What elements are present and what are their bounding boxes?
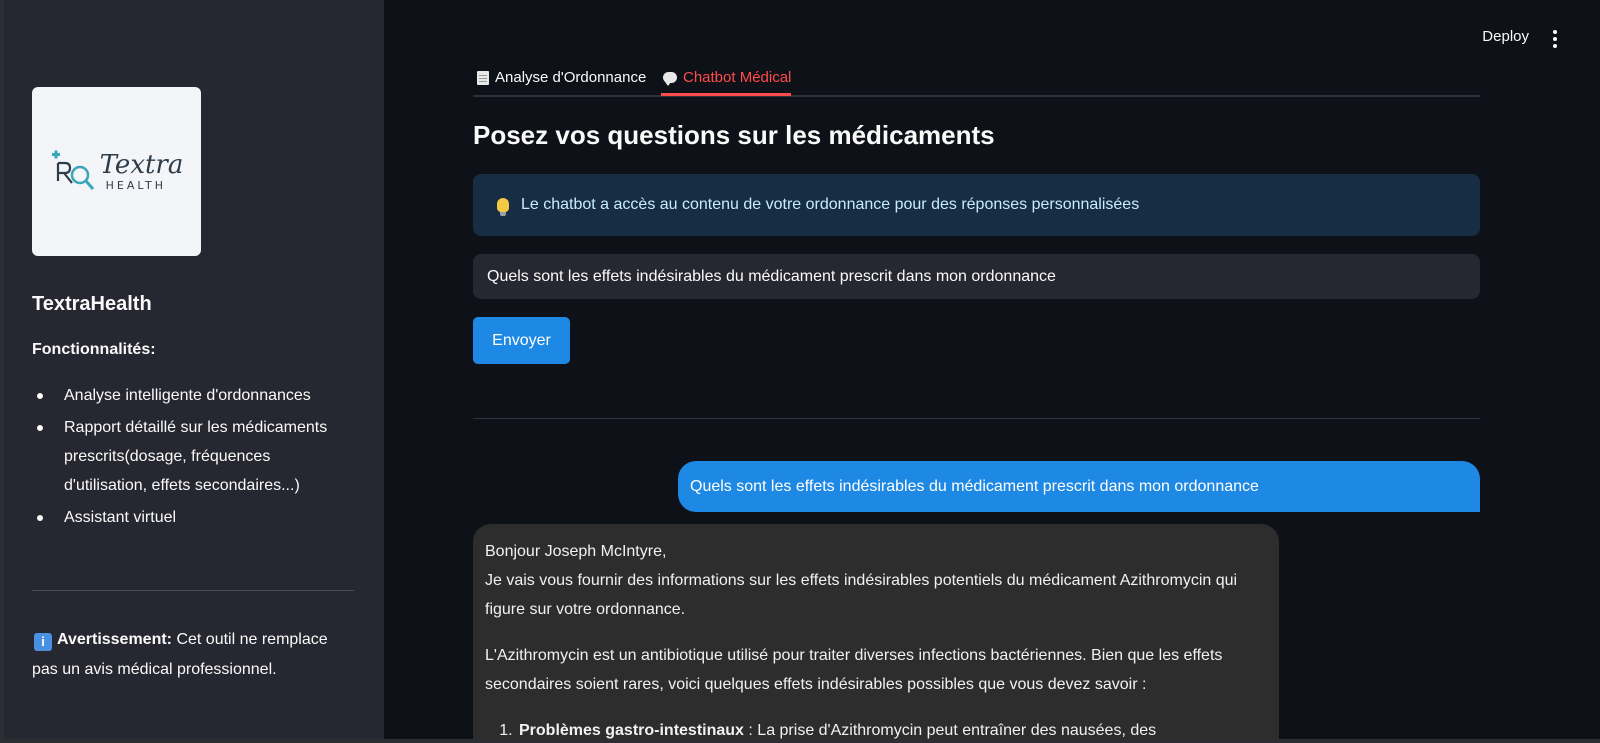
section-divider: [473, 418, 1480, 419]
send-button[interactable]: Envoyer: [473, 317, 570, 364]
tab-label: Chatbot Médical: [683, 69, 792, 86]
user-message: Quels sont les effets indésirables du mé…: [678, 461, 1480, 512]
feature-item: Rapport détaillé sur les médicaments pre…: [32, 413, 352, 500]
user-message-text: Quels sont les effets indésirables du mé…: [690, 477, 1259, 495]
rx-magnifier-icon: [51, 150, 94, 190]
feature-item: Assistant virtuel: [32, 503, 352, 532]
info-icon: i: [34, 633, 52, 651]
disclaimer-label: Avertissement:: [57, 631, 173, 648]
bot-effects-list: Problèmes gastro-intestinaux : La prise …: [485, 716, 1267, 739]
bot-greeting: Bonjour Joseph McIntyre,: [485, 543, 667, 560]
deploy-button[interactable]: Deploy: [1482, 28, 1529, 45]
feature-item: Analyse intelligente d'ordonnances: [32, 381, 352, 410]
effect-title: Problèmes gastro-intestinaux: [519, 722, 744, 739]
document-icon: [477, 70, 489, 85]
page-title: Posez vos questions sur les médicaments: [473, 120, 995, 150]
chat-bubble-icon: [663, 72, 677, 86]
question-input[interactable]: Quels sont les effets indésirables du mé…: [473, 254, 1480, 299]
sidebar-divider: [32, 590, 354, 591]
info-alert: Le chatbot a accès au contenu de votre o…: [473, 174, 1480, 236]
app-name: TextraHealth: [32, 293, 152, 315]
main-content: Deploy Analyse d'Ordonnance Chatbot Médi…: [384, 0, 1600, 739]
tab-chatbot-medical[interactable]: Chatbot Médical: [660, 62, 792, 96]
logo-mark: Textra HEALTH: [50, 149, 184, 195]
tab-bar: Analyse d'Ordonnance Chatbot Médical: [473, 58, 1480, 97]
info-text: Le chatbot a accès au contenu de votre o…: [521, 196, 1140, 213]
logo-wordmark: Textra: [99, 150, 184, 180]
list-item: Problèmes gastro-intestinaux : La prise …: [517, 716, 1267, 739]
features-title: Fonctionnalités:: [32, 341, 156, 358]
more-options-icon[interactable]: [1552, 30, 1558, 48]
lightbulb-icon: [497, 198, 509, 216]
logo-subtitle: HEALTH: [105, 179, 166, 192]
logo: Textra HEALTH: [32, 87, 201, 256]
disclaimer: i Avertissement: Cet outil ne remplace pa…: [32, 625, 352, 685]
bot-intro: Je vais vous fournir des informations su…: [485, 572, 1238, 618]
tab-label: Analyse d'Ordonnance: [495, 69, 647, 86]
bot-paragraph: L'Azithromycin est un antibiotique utili…: [485, 647, 1223, 693]
bot-message: Bonjour Joseph McIntyre, Je vais vous fo…: [473, 524, 1279, 739]
effect-text: : La prise d'Azithromycin peut entraîner…: [743, 722, 1157, 739]
sidebar: Textra HEALTH TextraHealth Fonctionnalit…: [4, 0, 384, 739]
features-list: Analyse intelligente d'ordonnances Rappo…: [32, 381, 352, 535]
tab-analyse-ordonnance[interactable]: Analyse d'Ordonnance: [477, 62, 646, 93]
app-window: Textra HEALTH TextraHealth Fonctionnalit…: [4, 0, 1600, 739]
